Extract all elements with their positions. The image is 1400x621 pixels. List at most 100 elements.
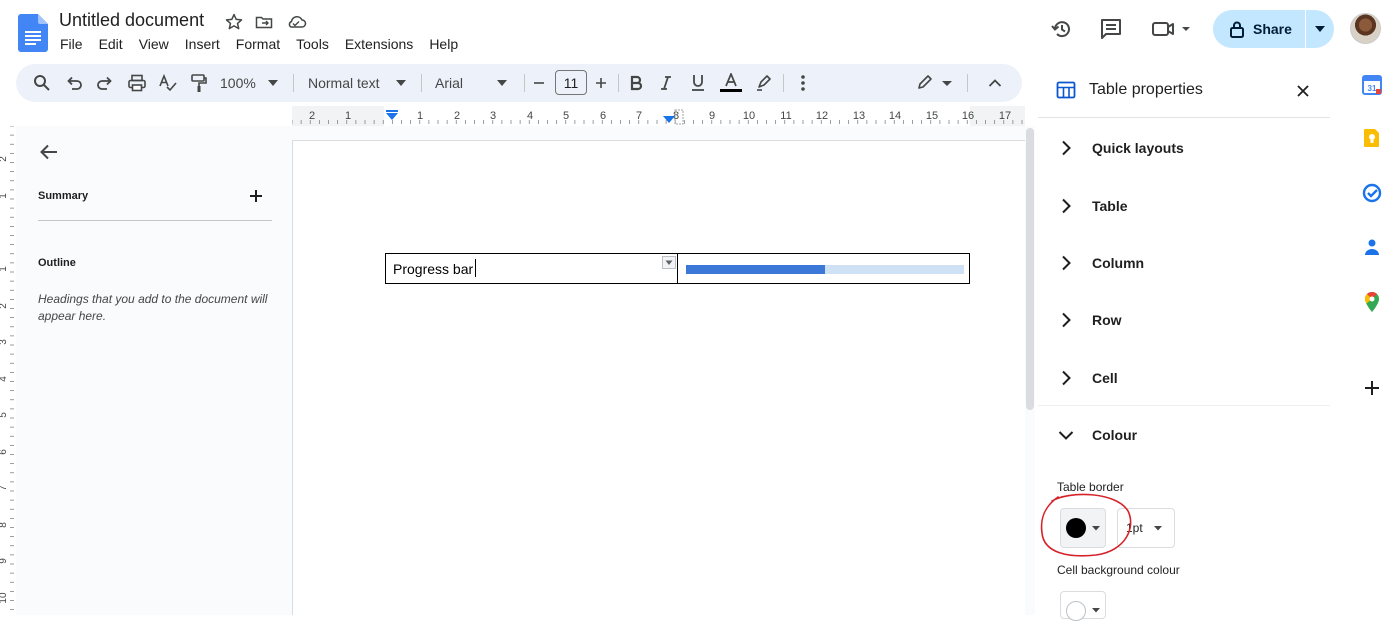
underline-icon[interactable] bbox=[689, 73, 707, 93]
history-icon[interactable] bbox=[1049, 16, 1075, 42]
table-border-label: Table border bbox=[1057, 480, 1124, 494]
maps-icon[interactable] bbox=[1362, 291, 1382, 312]
share-dropdown-icon[interactable] bbox=[1306, 26, 1334, 32]
more-options-icon[interactable] bbox=[794, 73, 812, 93]
horizontal-ruler[interactable]: 2 1 1 2 3 4 5 6 7 8 9 10 11 12 13 14 15 16 17 bbox=[292, 106, 1025, 126]
ruler-label: 7 bbox=[0, 485, 9, 491]
toolbar-divider bbox=[618, 74, 619, 92]
ruler-label: 2 bbox=[0, 303, 9, 309]
add-summary-icon[interactable] bbox=[246, 186, 266, 206]
share-label: Share bbox=[1253, 21, 1292, 37]
cell-menu-button[interactable] bbox=[662, 256, 676, 269]
print-icon[interactable] bbox=[127, 73, 147, 93]
move-folder-icon[interactable] bbox=[254, 12, 274, 32]
ruler-label: 12 bbox=[816, 110, 828, 122]
menu-tools[interactable]: Tools bbox=[288, 36, 337, 52]
undo-icon[interactable] bbox=[64, 73, 84, 93]
font-select[interactable]: Arial bbox=[435, 73, 517, 93]
ruler-label: 16 bbox=[962, 110, 974, 122]
ruler-label: 9 bbox=[709, 110, 715, 122]
cell-text[interactable]: Progress bar bbox=[393, 261, 473, 277]
panel-title: Table properties bbox=[1089, 81, 1203, 98]
ruler-label: 10 bbox=[0, 592, 9, 604]
scrollbar-thumb[interactable] bbox=[1026, 128, 1034, 410]
search-icon[interactable] bbox=[32, 73, 52, 93]
section-label: Quick layouts bbox=[1092, 140, 1184, 156]
bold-icon[interactable] bbox=[627, 73, 645, 93]
section-quick-layouts[interactable]: Quick layouts bbox=[1056, 136, 1184, 160]
left-indent-marker[interactable] bbox=[386, 110, 398, 120]
tasks-icon[interactable] bbox=[1362, 183, 1382, 203]
close-icon[interactable] bbox=[1294, 82, 1312, 100]
contacts-icon[interactable] bbox=[1362, 237, 1382, 257]
ruler-label: 11 bbox=[780, 110, 791, 122]
comment-icon[interactable] bbox=[1098, 16, 1124, 42]
ruler-label: 1 bbox=[417, 110, 423, 122]
ruler-label: 4 bbox=[527, 110, 533, 122]
table-icon bbox=[1056, 80, 1076, 100]
cell-background-swatch bbox=[1066, 601, 1086, 621]
increase-font-size-icon[interactable] bbox=[594, 73, 608, 93]
section-label: Colour bbox=[1092, 427, 1138, 443]
cloud-icon[interactable] bbox=[285, 12, 307, 32]
chevron-down-icon bbox=[1153, 526, 1162, 531]
document-page[interactable] bbox=[292, 140, 1025, 615]
menu-extensions[interactable]: Extensions bbox=[337, 36, 421, 52]
panel-divider bbox=[1038, 117, 1330, 118]
font-size-input[interactable]: 11 bbox=[555, 70, 587, 95]
menu-insert[interactable]: Insert bbox=[177, 36, 228, 52]
meet-icon[interactable] bbox=[1151, 16, 1195, 42]
menu-view[interactable]: View bbox=[131, 36, 177, 52]
toolbar-divider bbox=[524, 74, 525, 92]
menu-file[interactable]: File bbox=[52, 36, 91, 52]
section-cell[interactable]: Cell bbox=[1056, 366, 1118, 390]
ruler-label: 6 bbox=[0, 449, 9, 455]
decrease-font-size-icon[interactable] bbox=[532, 73, 546, 93]
share-button[interactable]: Share bbox=[1213, 10, 1334, 48]
section-label: Column bbox=[1092, 255, 1145, 271]
redo-icon[interactable] bbox=[95, 73, 115, 93]
ruler-label: 2 bbox=[0, 156, 9, 162]
section-column[interactable]: Column bbox=[1056, 251, 1144, 275]
add-icon[interactable] bbox=[1362, 378, 1382, 398]
style-value: Normal text bbox=[308, 75, 380, 91]
outline-hint: Headings that you add to the document wi… bbox=[38, 292, 268, 323]
editing-mode-button[interactable] bbox=[916, 73, 954, 93]
document-title[interactable]: Untitled document bbox=[59, 10, 204, 31]
docs-logo-icon[interactable] bbox=[18, 14, 48, 52]
calendar-icon[interactable]: 31 bbox=[1362, 75, 1382, 95]
app-header: Untitled document File Edit View Insert … bbox=[0, 0, 1400, 62]
toolbar-divider bbox=[967, 74, 968, 92]
style-select[interactable]: Normal text bbox=[308, 73, 408, 93]
chevron-up-icon[interactable] bbox=[986, 73, 1004, 93]
keep-icon[interactable] bbox=[1362, 128, 1382, 148]
chevron-right-icon bbox=[1062, 198, 1071, 214]
vertical-ruler[interactable]: 2 1 1 2 3 4 5 6 7 8 9 10 bbox=[0, 126, 16, 615]
back-arrow-icon[interactable] bbox=[38, 141, 60, 163]
spellcheck-icon[interactable] bbox=[158, 73, 178, 93]
star-icon[interactable] bbox=[224, 12, 244, 32]
section-row[interactable]: Row bbox=[1056, 308, 1122, 332]
ruler-label: 2 bbox=[454, 110, 460, 122]
menu-format[interactable]: Format bbox=[228, 36, 288, 52]
section-colour[interactable]: Colour bbox=[1056, 423, 1137, 447]
menu-edit[interactable]: Edit bbox=[91, 36, 131, 52]
toolbar-divider bbox=[293, 74, 294, 92]
share-main[interactable]: Share bbox=[1213, 10, 1305, 48]
italic-icon[interactable] bbox=[657, 73, 675, 93]
menu-bar: File Edit View Insert Format Tools Exten… bbox=[52, 36, 466, 52]
menu-help[interactable]: Help bbox=[421, 36, 466, 52]
text-cursor bbox=[475, 259, 476, 277]
highlight-icon[interactable] bbox=[754, 73, 772, 93]
ruler-label: 3 bbox=[490, 110, 496, 122]
zoom-select[interactable]: 100% bbox=[220, 73, 284, 93]
ruler-label: 7 bbox=[636, 110, 642, 122]
outline-divider bbox=[38, 220, 272, 221]
chevron-down-icon bbox=[395, 80, 406, 86]
section-table[interactable]: Table bbox=[1056, 194, 1128, 218]
ruler-label: 2 bbox=[309, 110, 315, 122]
text-color-icon[interactable] bbox=[720, 73, 742, 93]
avatar[interactable] bbox=[1350, 13, 1381, 44]
paint-format-icon[interactable] bbox=[189, 73, 209, 93]
ruler-label: 17 bbox=[999, 110, 1011, 122]
